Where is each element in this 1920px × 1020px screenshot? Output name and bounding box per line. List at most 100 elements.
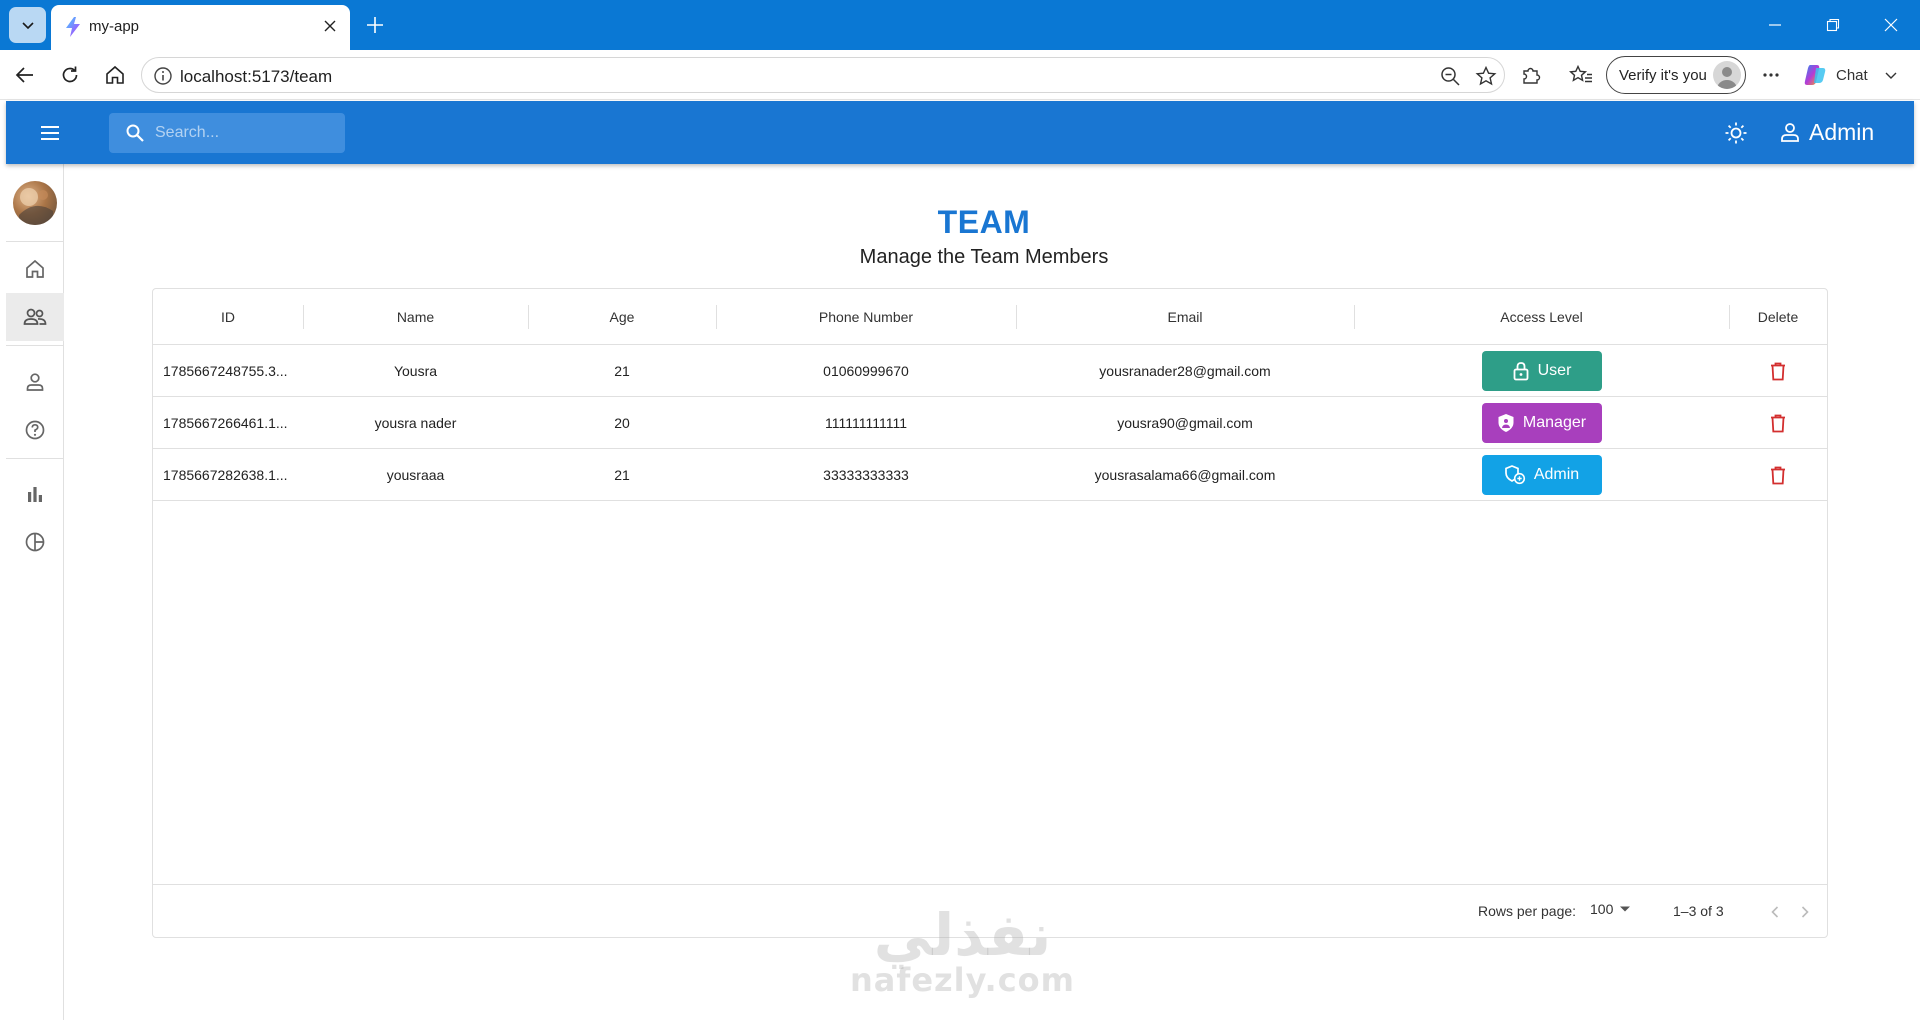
cell-id: 1785667248755.3... bbox=[163, 363, 288, 379]
url-text: localhost:5173/team bbox=[180, 67, 333, 86]
new-tab-button[interactable] bbox=[362, 12, 388, 38]
column-header-delete[interactable]: Delete bbox=[1729, 289, 1827, 345]
tab-actions-menu-button[interactable] bbox=[9, 7, 46, 43]
page-title: TEAM bbox=[937, 204, 1031, 240]
bar-chart-icon bbox=[28, 487, 42, 502]
previous-page-button[interactable] bbox=[1762, 899, 1788, 925]
help-circle-icon bbox=[25, 420, 45, 440]
watermark-latin: nafezly.com bbox=[850, 961, 1075, 999]
lock-icon bbox=[1513, 362, 1529, 381]
cell-id: 1785667282638.1... bbox=[163, 467, 288, 483]
tab-title: my-app bbox=[89, 18, 140, 35]
cell-phone: 111111111111 bbox=[824, 415, 907, 431]
favorite-button[interactable] bbox=[1474, 64, 1498, 88]
close-window-button[interactable] bbox=[1876, 10, 1906, 40]
rows-per-page-select[interactable]: 100 bbox=[1590, 901, 1631, 917]
table-row[interactable]: 1785667248755.3... Yousra 21 01060999670… bbox=[153, 345, 1827, 397]
column-header-id[interactable]: ID bbox=[153, 289, 303, 345]
restore-icon bbox=[1826, 18, 1840, 32]
menu-icon bbox=[41, 126, 59, 140]
trash-icon bbox=[1771, 362, 1785, 380]
profile-verify-button[interactable]: Verify it's you bbox=[1606, 56, 1746, 94]
close-icon bbox=[324, 20, 336, 32]
watermark-arabic: نفذلي bbox=[873, 901, 1052, 969]
back-button[interactable] bbox=[10, 60, 40, 90]
person-icon bbox=[1717, 67, 1737, 89]
browser-tab[interactable]: my-app bbox=[51, 5, 350, 50]
search-input[interactable] bbox=[155, 113, 335, 153]
sidebar-item-profile[interactable] bbox=[6, 358, 64, 406]
column-header-phone[interactable]: Phone Number bbox=[716, 289, 1016, 345]
address-bar[interactable]: localhost:5173/team bbox=[141, 57, 1505, 93]
close-icon bbox=[1884, 18, 1898, 32]
chevron-down-icon bbox=[1885, 72, 1897, 79]
people-icon bbox=[23, 308, 47, 325]
menu-toggle-button[interactable] bbox=[36, 119, 64, 147]
cell-name: yousraaa bbox=[386, 467, 445, 483]
cell-age: 20 bbox=[614, 415, 630, 431]
sidebar-divider bbox=[6, 458, 64, 459]
sidebar-item-bar-chart[interactable] bbox=[6, 470, 64, 518]
access-level-badge-manager[interactable]: Manager bbox=[1481, 403, 1602, 443]
column-header-access-level[interactable]: Access Level bbox=[1354, 289, 1729, 345]
access-level-label: Manager bbox=[1522, 414, 1587, 431]
sidebar-divider bbox=[6, 241, 64, 242]
access-level-badge-admin[interactable]: Admin bbox=[1481, 455, 1602, 495]
copilot-chat-button[interactable]: Chat bbox=[1802, 60, 1898, 90]
trash-icon bbox=[1771, 466, 1785, 484]
delete-row-button[interactable] bbox=[1763, 408, 1793, 438]
info-icon bbox=[154, 67, 172, 85]
table-row[interactable]: 1785667266461.1... yousra nader 20 11111… bbox=[153, 397, 1827, 449]
app-top-bar: Admin bbox=[6, 101, 1914, 164]
reload-button[interactable] bbox=[55, 60, 85, 90]
cell-age: 21 bbox=[614, 363, 630, 379]
browser-toolbar: localhost:5173/team Verify it's you Chat bbox=[0, 50, 1920, 100]
sun-icon bbox=[1725, 122, 1747, 144]
column-header-name[interactable]: Name bbox=[303, 289, 528, 345]
restore-button[interactable] bbox=[1818, 10, 1848, 40]
vite-favicon-icon bbox=[66, 17, 80, 37]
star-icon bbox=[1475, 65, 1497, 86]
access-level-label: User bbox=[1537, 362, 1572, 379]
copilot-icon bbox=[1804, 65, 1826, 85]
plus-icon bbox=[367, 17, 383, 33]
access-level-badge-user[interactable]: User bbox=[1481, 351, 1602, 391]
cell-phone: 01060999670 bbox=[823, 363, 909, 379]
cell-delete bbox=[1729, 345, 1827, 397]
page-subtitle: Manage the Team Members bbox=[859, 246, 1109, 268]
sidebar-item-pie-chart[interactable] bbox=[6, 518, 64, 566]
next-page-button[interactable] bbox=[1792, 899, 1818, 925]
tab-close-button[interactable] bbox=[320, 16, 340, 36]
delete-row-button[interactable] bbox=[1763, 356, 1793, 386]
chat-label: Chat bbox=[1836, 66, 1868, 84]
chevron-left-icon bbox=[1771, 906, 1779, 918]
column-header-email[interactable]: Email bbox=[1016, 289, 1354, 345]
rows-per-page-value: 100 bbox=[1590, 901, 1614, 917]
search-box[interactable] bbox=[109, 113, 345, 153]
delete-row-button[interactable] bbox=[1763, 460, 1793, 490]
cell-delete bbox=[1729, 397, 1827, 449]
minimize-button[interactable] bbox=[1760, 10, 1790, 40]
puzzle-icon bbox=[1523, 67, 1541, 84]
favorites-button[interactable] bbox=[1566, 60, 1596, 90]
sidebar-item-faq[interactable] bbox=[6, 406, 64, 454]
access-level-label: Admin bbox=[1533, 466, 1580, 483]
user-menu-button[interactable]: Admin bbox=[1779, 115, 1874, 149]
extensions-button[interactable] bbox=[1516, 60, 1546, 90]
sidebar-item-team[interactable] bbox=[6, 293, 64, 341]
trash-icon bbox=[1771, 414, 1785, 432]
favorites-icon bbox=[1569, 64, 1592, 83]
chevron-down-icon bbox=[21, 22, 34, 30]
more-horizontal-icon bbox=[1763, 73, 1779, 77]
chevron-right-icon bbox=[1801, 906, 1809, 918]
cell-email: yousranader28@gmail.com bbox=[1099, 363, 1271, 379]
table-row[interactable]: 1785667282638.1... yousraaa 21 333333333… bbox=[153, 449, 1827, 501]
column-header-age[interactable]: Age bbox=[528, 289, 716, 345]
home-button[interactable] bbox=[100, 60, 130, 90]
cell-age: 21 bbox=[614, 467, 630, 483]
more-options-button[interactable] bbox=[1756, 60, 1786, 90]
person-icon bbox=[26, 373, 44, 391]
theme-toggle-button[interactable] bbox=[1722, 119, 1750, 147]
watermark: نفذلي nafezly.com bbox=[850, 905, 1075, 999]
zoom-out-button[interactable] bbox=[1438, 64, 1462, 88]
